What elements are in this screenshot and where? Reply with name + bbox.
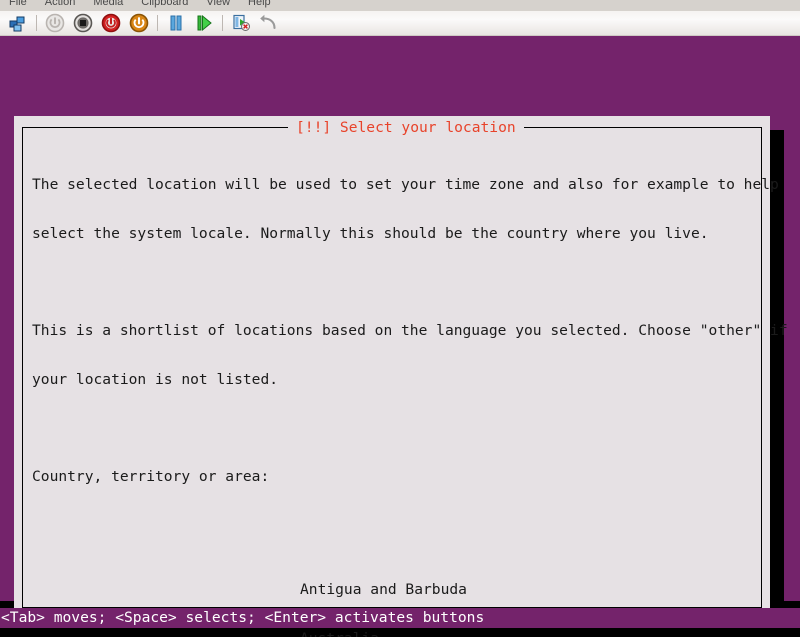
menu-item-view[interactable]: View: [197, 0, 239, 11]
select-location-dialog: The selected location will be used to se…: [14, 116, 788, 637]
dialog-body: The selected location will be used to se…: [32, 145, 788, 637]
ctrl-alt-del-icon[interactable]: [7, 12, 29, 34]
checkpoint-icon[interactable]: [230, 12, 252, 34]
start-icon[interactable]: [44, 12, 66, 34]
toolbar-separator: [222, 15, 223, 31]
intro-paragraph-line2: select the system locale. Normally this …: [32, 225, 709, 243]
toolbar-separator: [157, 15, 158, 31]
vm-console-window: File Action Media Clipboard View Help Th…: [0, 0, 800, 637]
pause-icon[interactable]: [165, 12, 187, 34]
turn-off-icon[interactable]: [100, 12, 122, 34]
menu-bar: File Action Media Clipboard View Help: [0, 0, 800, 11]
shortlist-paragraph-line2: your location is not listed.: [32, 370, 279, 388]
list-item[interactable]: Australia: [300, 630, 456, 637]
dialog-title: [!!] Select your location: [288, 118, 524, 138]
menu-bar-items: File Action Media Clipboard View Help: [0, 0, 280, 11]
list-item[interactable]: Antigua and Barbuda: [300, 582, 467, 598]
resume-icon[interactable]: [193, 12, 215, 34]
menu-item-action[interactable]: Action: [36, 0, 85, 11]
corner-fill: [787, 628, 800, 637]
menu-item-file[interactable]: File: [0, 0, 36, 11]
intro-paragraph-line1: The selected location will be used to se…: [32, 176, 779, 194]
shortlist-paragraph-line1: This is a shortlist of locations based o…: [32, 322, 788, 340]
country-list-label: Country, territory or area:: [32, 468, 270, 486]
toolbar: [0, 11, 800, 36]
menu-item-help[interactable]: Help: [239, 0, 280, 11]
key-hints-statusbar: <Tab> moves; <Space> selects; <Enter> ac…: [0, 608, 800, 628]
menu-item-clipboard[interactable]: Clipboard: [132, 0, 197, 11]
shutdown-icon[interactable]: [72, 12, 94, 34]
revert-icon[interactable]: [258, 12, 280, 34]
save-state-icon[interactable]: [128, 12, 150, 34]
toolbar-separator: [36, 15, 37, 31]
console-screen: The selected location will be used to se…: [0, 36, 800, 637]
menu-item-media[interactable]: Media: [84, 0, 132, 11]
